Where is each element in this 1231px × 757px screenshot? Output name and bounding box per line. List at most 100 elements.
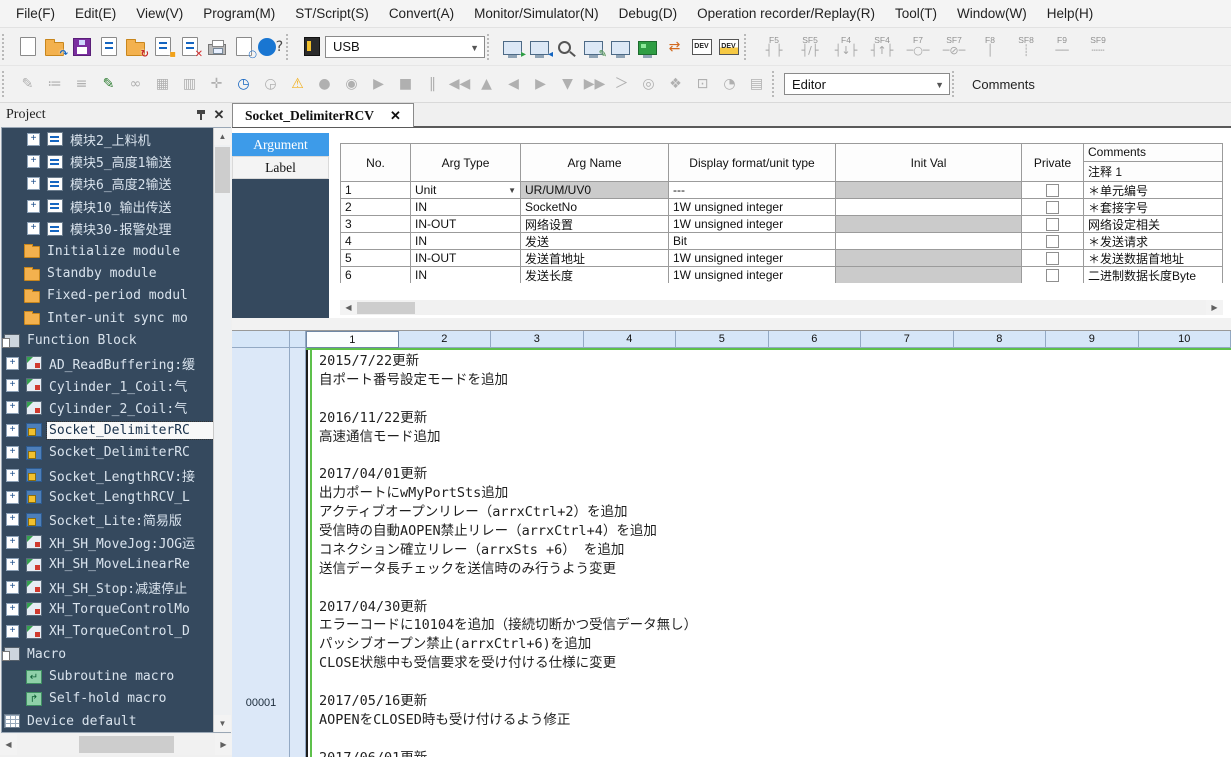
menu-monitor-simulator[interactable]: Monitor/Simulator(N): [464, 2, 609, 25]
menu-window[interactable]: Window(W): [947, 2, 1037, 25]
cell-arg-name[interactable]: 发送: [521, 233, 669, 250]
ruler-col-9[interactable]: 9: [1046, 331, 1139, 348]
expand-toggle-icon[interactable]: +: [6, 424, 19, 437]
tree-item-socket_lite-[interactable]: +Socket_Lite:简易版: [2, 509, 230, 531]
tree-item-xh_sh_stop-[interactable]: +XH_SH_Stop:减速停止: [2, 576, 230, 598]
tree-item-fixed-period-modul[interactable]: Fixed-period modul: [2, 285, 230, 307]
menu-program[interactable]: Program(M): [193, 2, 285, 25]
rung-comment-block[interactable]: 2015/7/22更新自ポート番号設定モードを追加 2016/11/22更新高速…: [319, 352, 1227, 757]
cell-init-val[interactable]: [836, 182, 1022, 199]
pin-icon[interactable]: [192, 107, 210, 123]
monitor-display-icon[interactable]: [634, 33, 661, 61]
expand-toggle-icon[interactable]: +: [27, 200, 40, 213]
menu-debug[interactable]: Debug(D): [609, 2, 688, 25]
help-icon[interactable]: ?: [257, 33, 284, 61]
expand-toggle-icon[interactable]: +: [6, 469, 19, 482]
ruler-col-6[interactable]: 6: [769, 331, 862, 348]
toolbar-grip[interactable]: [744, 34, 752, 60]
tree-item--2_-[interactable]: +模块2_上料机: [2, 128, 230, 150]
checkbox-icon[interactable]: [1046, 184, 1059, 197]
expand-toggle-icon[interactable]: +: [6, 379, 19, 392]
scroll-right-icon[interactable]: ▶: [215, 734, 232, 755]
private-checkbox[interactable]: [1022, 267, 1084, 283]
download-to-plc-icon[interactable]: ▸: [499, 33, 526, 61]
cell-no[interactable]: 6: [341, 267, 411, 283]
expand-toggle-icon[interactable]: +: [6, 513, 19, 526]
argument-table-hscrollbar[interactable]: ◀ ▶: [340, 300, 1223, 315]
ruler-col-10[interactable]: 10: [1139, 331, 1231, 348]
checkbox-icon[interactable]: [1046, 218, 1059, 231]
tree-item-subroutine-macro[interactable]: ↵Subroutine macro: [2, 665, 230, 687]
ruler-col-3[interactable]: 3: [491, 331, 584, 348]
tree-item-macro[interactable]: Macro: [2, 643, 230, 665]
expand-toggle-icon[interactable]: +: [6, 625, 19, 638]
private-checkbox[interactable]: [1022, 250, 1084, 267]
connection-combo[interactable]: USB ▼: [325, 36, 485, 58]
tree-item-socket_delimiterrc[interactable]: +Socket_DelimiterRC: [2, 419, 230, 441]
scroll-left-icon[interactable]: ◀: [340, 300, 357, 315]
cell-comment[interactable]: 网络设定相关: [1084, 216, 1223, 233]
cell-comment[interactable]: 二进制数据长度Byte: [1084, 267, 1223, 283]
open-project-icon[interactable]: ↷: [41, 33, 68, 61]
new-file-icon[interactable]: [14, 33, 41, 61]
sampling-trace-icon[interactable]: ◷: [230, 70, 257, 98]
toolbar-grip[interactable]: [2, 34, 10, 60]
tab-label[interactable]: Label: [232, 156, 329, 179]
cell-display-format[interactable]: 1W unsigned integer: [669, 250, 836, 267]
private-checkbox[interactable]: [1022, 182, 1084, 199]
tree-item-cylinder_2_coil-[interactable]: +Cylinder_2_Coil:气: [2, 397, 230, 419]
menu-st-script[interactable]: ST/Script(S): [285, 2, 379, 25]
cell-comment[interactable]: ＊发送请求: [1084, 233, 1223, 250]
expand-toggle-icon[interactable]: +: [6, 446, 19, 459]
online-edit-icon[interactable]: ✎: [580, 33, 607, 61]
cell-comment[interactable]: ＊套接字号: [1084, 199, 1223, 216]
private-checkbox[interactable]: [1022, 216, 1084, 233]
cell-display-format[interactable]: 1W unsigned integer: [669, 267, 836, 283]
cell-arg-name[interactable]: SocketNo: [521, 199, 669, 216]
project-tree-hscrollbar[interactable]: ◀ ▶: [0, 734, 232, 755]
menu-operation-recorder-replay[interactable]: Operation recorder/Replay(R): [687, 2, 885, 25]
communication-settings-icon[interactable]: [298, 33, 325, 61]
cell-arg-name[interactable]: 网络设置: [521, 216, 669, 233]
checkbox-icon[interactable]: [1046, 201, 1059, 214]
toolbar-grip[interactable]: [487, 34, 495, 60]
open-program-icon[interactable]: ↻: [122, 33, 149, 61]
scrollbar-thumb[interactable]: [357, 302, 415, 314]
tree-item-self-hold-macro[interactable]: ↱Self-hold macro: [2, 688, 230, 710]
close-tab-icon[interactable]: ✕: [390, 108, 401, 124]
expand-toggle-icon[interactable]: +: [6, 603, 19, 616]
scroll-left-icon[interactable]: ◀: [0, 734, 17, 755]
tree-item--30-[interactable]: +模块30-报警处理: [2, 218, 230, 240]
delete-program-icon[interactable]: ✕: [176, 33, 203, 61]
tree-item-standby-module[interactable]: Standby module: [2, 262, 230, 284]
check-edit-list-icon[interactable]: ✎: [95, 70, 122, 98]
expand-toggle-icon[interactable]: +: [27, 155, 40, 168]
menu-tool[interactable]: Tool(T): [885, 2, 947, 25]
project-tree-vscrollbar[interactable]: ▲ ▼: [213, 128, 231, 732]
ruler-col-8[interactable]: 8: [954, 331, 1047, 348]
tree-item-ad_readbuffering-[interactable]: +AD_ReadBuffering:缓: [2, 352, 230, 374]
print-icon[interactable]: [203, 33, 230, 61]
cell-no[interactable]: 1: [341, 182, 411, 199]
expand-toggle-icon[interactable]: +: [27, 222, 40, 235]
tree-item-socket_lengthrcv_l[interactable]: +Socket_LengthRCV_L: [2, 486, 230, 508]
device-monitor-icon[interactable]: DEV: [715, 33, 742, 61]
expand-toggle-icon[interactable]: +: [6, 558, 19, 571]
scroll-right-icon[interactable]: ▶: [1206, 300, 1223, 315]
toolbar-grip[interactable]: [2, 71, 10, 97]
menu-convert[interactable]: Convert(A): [379, 2, 464, 25]
tree-item-function-block[interactable]: Function Block: [2, 330, 230, 352]
menu-view[interactable]: View(V): [126, 2, 193, 25]
ladder-editor[interactable]: 12345678910 00001 2015/7/22更新自ポート番号設定モード…: [232, 330, 1231, 757]
cell-no[interactable]: 3: [341, 216, 411, 233]
ruler-col-5[interactable]: 5: [676, 331, 769, 348]
cell-init-val[interactable]: [836, 216, 1022, 233]
expand-toggle-icon[interactable]: +: [6, 581, 19, 594]
device-view-icon[interactable]: DEV: [688, 33, 715, 61]
save-project-icon[interactable]: [68, 33, 95, 61]
tree-item-xh_sh_movelinearre[interactable]: +XH_SH_MoveLinearRe: [2, 553, 230, 575]
close-panel-icon[interactable]: ✕: [210, 107, 228, 123]
tree-item-device-default[interactable]: Device default: [2, 710, 230, 732]
scroll-up-icon[interactable]: ▲: [214, 128, 231, 145]
online-convert-icon[interactable]: ⇄: [661, 33, 688, 61]
